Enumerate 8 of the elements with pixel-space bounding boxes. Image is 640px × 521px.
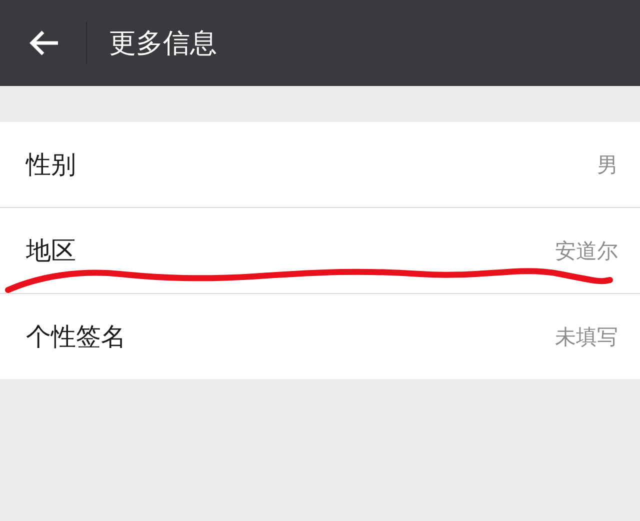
row-value: 安道尔 xyxy=(555,238,618,264)
row-label: 性别 xyxy=(26,149,76,181)
row-value: 男 xyxy=(597,152,618,178)
row-label: 地区 xyxy=(26,235,76,267)
back-icon[interactable] xyxy=(28,29,60,57)
page-title: 更多信息 xyxy=(109,27,217,61)
row-value: 未填写 xyxy=(555,324,618,350)
row-label: 个性签名 xyxy=(26,321,126,353)
